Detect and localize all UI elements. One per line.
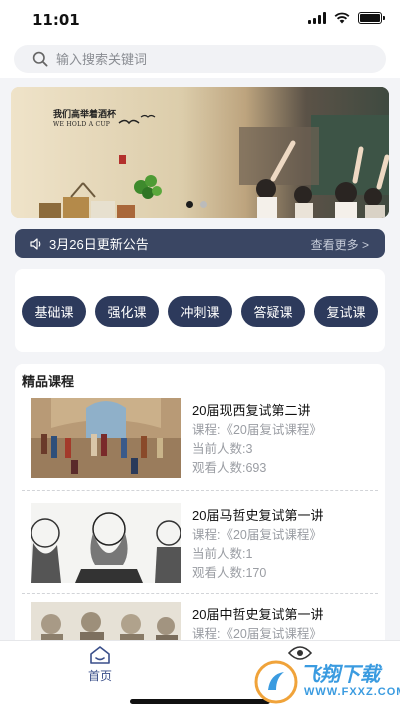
course-program: 课程:《20届复试课程》 (192, 423, 322, 437)
course-title: 20届现西复试第二讲 (192, 403, 311, 418)
tab-home[interactable]: 首页 (70, 645, 130, 684)
divider (22, 490, 378, 491)
status-bar: 11:01 (0, 0, 400, 40)
course-title: 20届马哲史复试第一讲 (192, 508, 324, 523)
banner-title-cn: 我们高举着酒杯 (53, 110, 117, 120)
search-icon (32, 51, 48, 67)
banner-pager (186, 201, 207, 208)
status-icons (308, 12, 385, 24)
category-basic-button[interactable]: 基础课 (22, 296, 86, 327)
course-section-title: 精品课程 (22, 374, 75, 389)
course-view-count: 观看人数:693 (192, 461, 267, 475)
notice-bar[interactable]: 3月26日更新公告 查看更多 > (15, 229, 385, 258)
category-sprint-button[interactable]: 冲刺课 (168, 296, 232, 327)
category-retest-button[interactable]: 复试课 (314, 296, 378, 327)
signal-icon (308, 12, 326, 24)
status-time: 11:01 (32, 11, 80, 29)
divider (22, 593, 378, 594)
course-list-card: 精品课程 20届现西复试第二讲 课程:《20届复试课程》 当前人数:3 观看人数… (15, 364, 385, 654)
battery-icon (358, 12, 385, 24)
wifi-icon (334, 12, 350, 24)
course-view-count: 观看人数:170 (192, 566, 267, 580)
course-thumbnail (31, 398, 181, 478)
watermark: 飞翔下载 WWW.FXXZ.COM (252, 656, 400, 708)
watermark-text: 飞翔下载 (300, 664, 380, 686)
course-title: 20届中哲史复试第一讲 (192, 607, 324, 622)
home-indicator (130, 699, 270, 704)
home-icon (90, 646, 110, 664)
banner-title-en: WE HOLD A CUP (53, 121, 111, 128)
search-input[interactable] (56, 51, 356, 67)
watermark-url: WWW.FXXZ.COM (304, 686, 400, 698)
notice-more-link[interactable]: 查看更多 > (311, 236, 369, 253)
course-current-count: 当前人数:1 (192, 547, 253, 561)
tab-home-label: 首页 (87, 669, 112, 683)
notice-text: 3月26日更新公告 (49, 237, 149, 252)
speaker-icon (30, 237, 41, 250)
watermark-logo-icon (254, 660, 298, 704)
course-current-count: 当前人数:3 (192, 442, 253, 456)
banner-carousel[interactable]: 我们高举着酒杯 WE HOLD A CUP (11, 87, 389, 218)
course-item[interactable]: 20届马哲史复试第一讲 课程:《20届复试课程》 当前人数:1 观看人数:170 (15, 503, 385, 603)
category-card: 基础课 强化课 冲刺课 答疑课 复试课 (15, 269, 385, 352)
pager-dot-2[interactable] (200, 201, 207, 208)
category-intensive-button[interactable]: 强化课 (95, 296, 159, 327)
course-item[interactable]: 20届现西复试第二讲 课程:《20届复试课程》 当前人数:3 观看人数:693 (15, 398, 385, 498)
category-qa-button[interactable]: 答疑课 (241, 296, 305, 327)
course-thumbnail (31, 503, 181, 583)
pager-dot-1[interactable] (186, 201, 193, 208)
search-box[interactable] (14, 45, 386, 73)
course-program: 课程:《20届复试课程》 (192, 528, 322, 542)
search-bar (0, 40, 400, 78)
